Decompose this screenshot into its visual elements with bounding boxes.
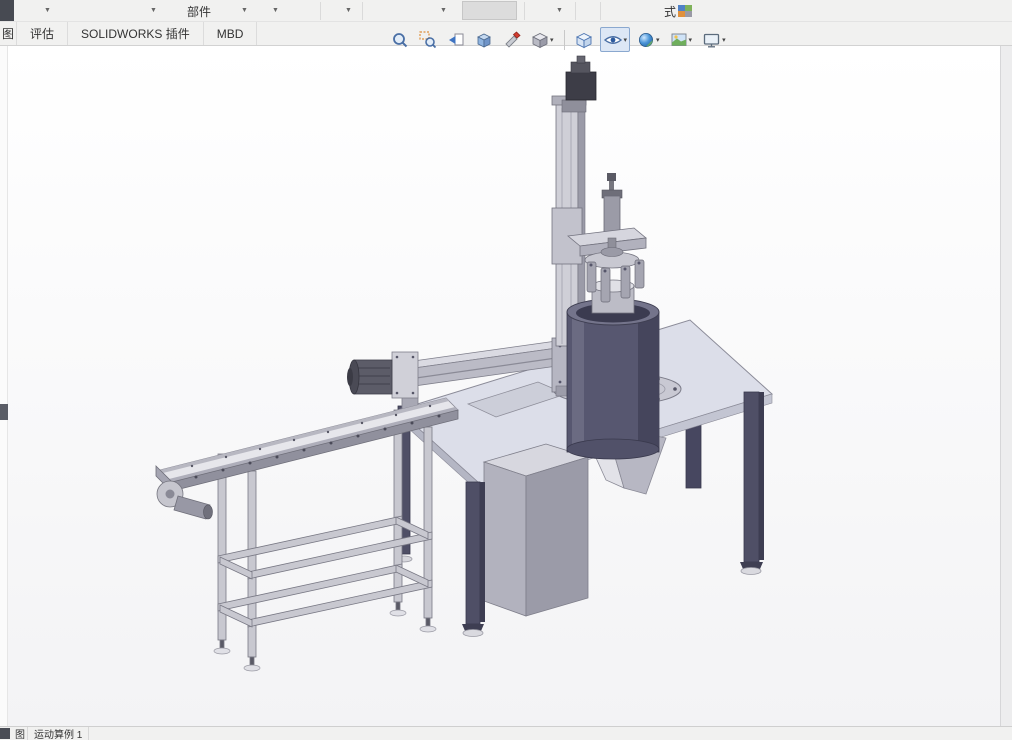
dropdown-arrow-icon[interactable]: ▼	[440, 7, 447, 14]
apply-scene-icon[interactable]: ▾	[667, 27, 696, 52]
previous-view-icon[interactable]	[444, 27, 468, 52]
tab-label: SOLIDWORKS 插件	[81, 27, 190, 41]
left-panel-strip	[0, 46, 8, 726]
dropdown-arrow-icon[interactable]: ▼	[556, 7, 563, 14]
dropdown-caret-icon[interactable]: ▾	[656, 36, 660, 44]
conveyor-belt[interactable]	[155, 397, 459, 493]
model-tab[interactable]: 图	[12, 727, 28, 740]
graphics-area[interactable]	[0, 46, 1012, 726]
dropdown-caret-icon[interactable]: ▾	[550, 36, 554, 44]
ribbon-separator	[600, 2, 601, 20]
motion-study-tab[interactable]: 运动算例 1	[28, 727, 90, 740]
zoom-fit-icon[interactable]	[388, 27, 412, 52]
drum[interactable]	[566, 298, 660, 460]
component-group-label: 部件	[187, 5, 212, 19]
tab-label: 评估	[30, 27, 55, 41]
dropdown-arrow-icon[interactable]: ▼	[272, 7, 279, 14]
section-view-icon[interactable]	[472, 27, 496, 52]
ribbon-separator	[575, 2, 576, 20]
display-style-icon[interactable]: ▾	[528, 27, 557, 52]
ribbon-separator	[524, 2, 525, 20]
dropdown-arrow-icon[interactable]: ▼	[150, 7, 157, 14]
zoom-area-icon[interactable]	[416, 27, 440, 52]
tab-mbd[interactable]: MBD	[204, 22, 258, 45]
tab-solidworks-addins[interactable]: SOLIDWORKS 插件	[68, 22, 204, 45]
assembly-model	[155, 55, 773, 672]
dropdown-arrow-icon[interactable]: ▼	[44, 7, 51, 14]
tab-label: MBD	[216, 26, 244, 41]
motion-study-tab-label: 运动算例 1	[34, 730, 83, 740]
dropdown-caret-icon[interactable]: ▾	[624, 36, 628, 44]
motionmanager-icon[interactable]	[0, 728, 10, 739]
app-icon[interactable]	[0, 0, 14, 21]
view-orientation-icon[interactable]	[572, 27, 596, 52]
tab-evaluate[interactable]: 评估	[17, 22, 69, 45]
solidworks-window: ▼ ▼ 部件 ▼ ▼ ▼ ▼ ▼ 式 图 评估 SOLIDWORKS 插件 MB…	[0, 0, 1012, 740]
toolbar-separator	[563, 29, 565, 50]
dropdown-arrow-icon[interactable]: ▼	[241, 7, 248, 14]
dropdown-caret-icon[interactable]: ▾	[722, 36, 726, 44]
feature-tree-collapse-handle[interactable]	[0, 404, 8, 420]
status-bar: 图 运动算例 1	[0, 726, 1012, 740]
ribbon-separator	[320, 2, 321, 20]
style-group-label: 式	[664, 5, 677, 19]
hide-show-items-icon[interactable]: ▾	[599, 27, 631, 52]
dropdown-caret-icon[interactable]: ▾	[689, 36, 693, 44]
tab-label: 图	[2, 27, 15, 41]
cabinet-box[interactable]	[482, 443, 590, 617]
heads-up-toolbar: ▾ ▾ ▾ ▾ ▾	[388, 26, 729, 53]
rail-motor[interactable]	[347, 359, 393, 395]
view-settings-icon[interactable]: ▾	[699, 27, 729, 52]
task-pane-strip[interactable]	[1000, 46, 1012, 726]
ribbon-remnant: ▼ ▼ 部件 ▼ ▼ ▼ ▼ ▼ 式	[0, 0, 1012, 22]
display-style-mini-icon[interactable]	[678, 5, 692, 17]
column-motor[interactable]	[565, 55, 597, 101]
ribbon-separator	[362, 2, 363, 20]
measure-icon[interactable]	[500, 27, 524, 52]
tab-layout[interactable]: 图	[0, 22, 17, 45]
edit-appearance-icon[interactable]: ▾	[634, 27, 663, 52]
dropdown-arrow-icon[interactable]: ▼	[345, 7, 352, 14]
model-tab-label: 图	[15, 730, 25, 740]
disabled-button	[462, 1, 517, 20]
